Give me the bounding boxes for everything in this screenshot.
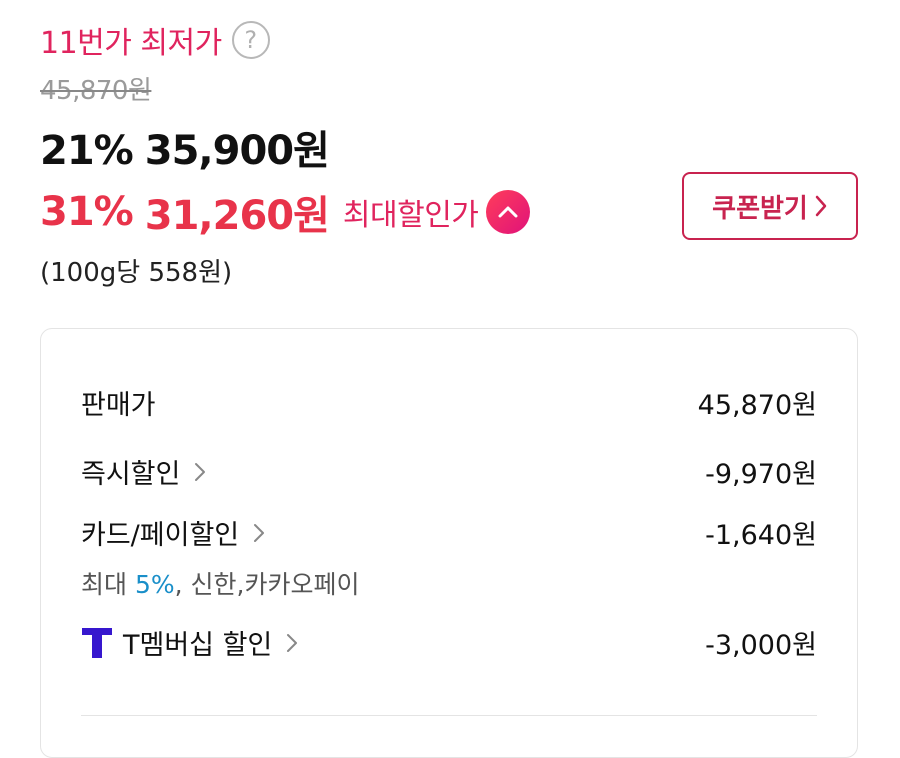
instant-discount-value: -9,970원	[705, 459, 817, 490]
instant-discount-label: 즉시할인	[81, 459, 181, 490]
max-discount-price: 31,260원	[144, 193, 330, 239]
original-price: 45,870원	[40, 76, 152, 106]
price-breakdown-panel: 판매가 45,870원 즉시할인 -9,970원 카드/페이할인 -1,640원…	[40, 328, 858, 758]
card-max-percent: 5%	[134, 570, 175, 599]
lowest-price-header: 11번가 최저가 ?	[40, 18, 270, 62]
card-pay-discount-value: -1,640원	[705, 520, 817, 551]
card-discount-detail: 최대 5%, 신한,카카오페이	[81, 570, 360, 599]
breakdown-row-sale-price: 판매가 45,870원	[81, 383, 817, 422]
max-discount-percent: 31%	[40, 189, 134, 235]
sale-price: 35,900원	[144, 128, 330, 174]
chevron-right-icon	[194, 462, 206, 482]
question-circle-icon[interactable]: ?	[231, 21, 270, 59]
breakdown-row-card[interactable]: 카드/페이할인 -1,640원	[81, 513, 817, 552]
max-discount-row: 31% 31,260원 최대할인가	[40, 183, 531, 241]
lowest-price-label: 11번가 최저가	[40, 26, 222, 61]
coupon-button-label: 쿠폰받기	[712, 193, 808, 224]
t-membership-value: -3,000원	[705, 630, 817, 661]
sale-price-label: 판매가	[81, 390, 156, 421]
sale-price-value: 45,870원	[697, 390, 817, 421]
t-membership-label: T멤버십 할인	[123, 630, 273, 661]
sale-price-row: 21% 35,900원	[40, 118, 330, 176]
breakdown-row-tmembership[interactable]: T멤버십 할인 -3,000원	[81, 623, 817, 662]
unit-price: (100g당 558원)	[40, 258, 233, 288]
chevron-up-icon[interactable]	[486, 190, 531, 234]
card-pay-discount-label: 카드/페이할인	[81, 520, 240, 551]
discount-percent: 21%	[40, 128, 134, 174]
t-membership-logo-icon	[82, 627, 112, 658]
chevron-right-icon	[286, 633, 298, 653]
chevron-right-icon	[253, 523, 265, 543]
divider	[81, 715, 817, 716]
breakdown-row-instant[interactable]: 즉시할인 -9,970원	[81, 452, 817, 491]
coupon-button[interactable]: 쿠폰받기	[682, 172, 858, 240]
chevron-right-icon	[814, 194, 828, 218]
max-discount-label: 최대할인가	[342, 198, 479, 233]
